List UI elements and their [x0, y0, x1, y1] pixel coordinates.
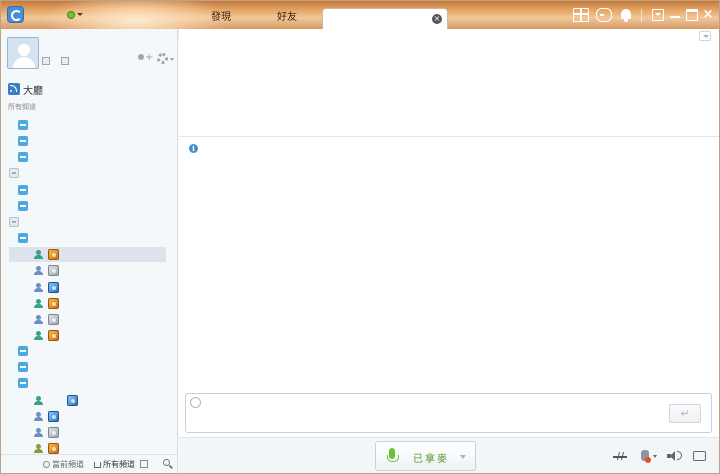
close-icon[interactable]: × [702, 8, 714, 21]
member-badge-icon [48, 330, 59, 341]
gear-icon[interactable] [157, 53, 168, 64]
group-expand-toggle[interactable] [9, 217, 19, 227]
tab-friends[interactable]: 好友 [267, 7, 307, 29]
member-badge-icon [48, 411, 59, 422]
main-panel: i ↵ 已拿麥 [179, 29, 719, 473]
list-icon[interactable] [140, 460, 148, 468]
member-row[interactable] [9, 409, 166, 424]
sidebar-footer: 當前頻道 所有頻道 [1, 454, 177, 473]
chat-messages[interactable] [179, 138, 719, 388]
channel-sidebar: 大廳 所有頻道 當前頻道 所有頻道 [1, 29, 178, 473]
add-user-icon[interactable] [137, 52, 153, 65]
app-logo-icon[interactable] [7, 6, 24, 23]
member-badge-icon [48, 298, 59, 309]
mic-mute-icon[interactable] [641, 450, 651, 463]
member-badge-icon [67, 395, 78, 406]
user-icon [34, 315, 43, 324]
member-badge-icon [48, 443, 59, 454]
current-channel-label: 當前頻道 [52, 460, 84, 469]
tab-all-channels[interactable]: 所有頻道 [94, 459, 135, 470]
user-icon [34, 331, 43, 340]
member-row[interactable] [9, 280, 166, 295]
home-icon [94, 462, 101, 468]
member-badge-icon [48, 265, 59, 276]
bell-icon[interactable] [619, 8, 635, 22]
user-icon [34, 444, 43, 453]
member-row[interactable] [9, 328, 166, 343]
subtitles-icon[interactable] [693, 451, 706, 461]
member-row[interactable] [9, 393, 166, 408]
speaker-wave-icon [677, 451, 682, 460]
maximize-icon[interactable] [686, 9, 698, 21]
member-row[interactable] [9, 263, 166, 278]
send-button[interactable]: ↵ [669, 404, 701, 423]
user-icon [34, 250, 43, 259]
status-online-icon[interactable] [67, 11, 75, 19]
gear-caret-icon[interactable] [170, 58, 174, 61]
group-collapse-toggle[interactable] [18, 136, 28, 146]
tab-active-channel[interactable]: × [322, 8, 448, 30]
group-collapse-toggle[interactable] [18, 201, 28, 211]
user-icon [34, 266, 43, 275]
avatar-head [18, 44, 30, 56]
group-collapse-toggle[interactable] [18, 152, 28, 162]
minimize-icon[interactable] [669, 9, 681, 21]
voice-toolbar: 已拿麥 [179, 437, 719, 473]
member-row[interactable] [9, 425, 166, 440]
tab-current-channel[interactable]: 當前頻道 [43, 459, 84, 470]
profile-status-icon[interactable] [42, 57, 50, 65]
user-icon [34, 428, 43, 437]
title-bar: 發現 好友 × × [1, 1, 719, 41]
profile-card-icon[interactable] [61, 57, 69, 65]
menu-icon[interactable] [652, 9, 664, 21]
group-collapse-toggle[interactable] [18, 233, 28, 243]
emoji-icon[interactable] [190, 397, 201, 408]
speak-label: 已拿麥 [413, 454, 449, 465]
member-badge-icon [48, 249, 59, 260]
rss-icon [8, 83, 20, 95]
mic-icon [386, 448, 399, 466]
member-row[interactable] [9, 312, 166, 327]
title-bar-divider [641, 9, 642, 22]
group-expand-toggle[interactable] [9, 168, 19, 178]
video-area [179, 29, 719, 137]
group-collapse-toggle[interactable] [18, 346, 28, 356]
speak-dropdown-icon[interactable] [460, 455, 466, 459]
user-icon [34, 283, 43, 292]
voice-activity-icon[interactable] [613, 452, 627, 460]
app-window: 發現 好友 × × 大廳 所有頻道 當前頻道 所有頻道 [0, 0, 720, 474]
member-row[interactable] [9, 296, 166, 311]
avatar[interactable] [7, 37, 39, 69]
collapse-button[interactable] [699, 31, 711, 41]
user-icon [34, 412, 43, 421]
user-icon [34, 299, 43, 308]
gift-icon[interactable] [573, 8, 589, 22]
gamepad-icon[interactable] [596, 8, 612, 22]
search-icon[interactable] [163, 459, 170, 466]
group-collapse-toggle[interactable] [18, 362, 28, 372]
mic-caret-icon[interactable] [653, 455, 657, 458]
message-input[interactable]: ↵ [185, 393, 712, 433]
tab-discover[interactable]: 發現 [201, 7, 241, 29]
channel-title: 大廳 [23, 86, 43, 97]
group-collapse-toggle[interactable] [18, 120, 28, 130]
tab-close-icon[interactable]: × [432, 14, 442, 24]
all-channels-label: 所有頻道 [103, 460, 135, 469]
speak-button[interactable]: 已拿麥 [375, 441, 476, 471]
member-badge-icon [48, 427, 59, 438]
avatar-body [13, 57, 35, 68]
status-caret-icon[interactable] [77, 13, 83, 16]
clock-icon [43, 461, 50, 468]
group-collapse-toggle[interactable] [18, 378, 28, 388]
member-badge-icon [48, 314, 59, 325]
group-collapse-toggle[interactable] [18, 185, 28, 195]
user-icon [34, 396, 43, 405]
member-badge-icon [48, 282, 59, 293]
member-row[interactable] [9, 247, 166, 262]
info-icon[interactable]: i [189, 144, 198, 153]
channel-subtitle: 所有頻道 [8, 103, 36, 111]
